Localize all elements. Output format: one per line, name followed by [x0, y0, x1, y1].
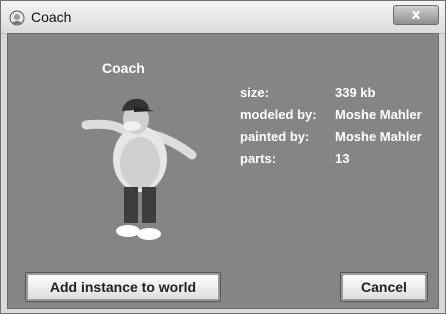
size-label: size: — [240, 85, 269, 100]
content-panel: Coach size: 339 kb modeled by: Moshe Mah… — [7, 33, 439, 309]
coach-model-image — [81, 98, 197, 240]
painted-by-label: painted by: — [240, 129, 310, 144]
close-icon: x — [411, 7, 421, 23]
parts-value: 13 — [335, 151, 350, 166]
painted-by-value: Moshe Mahler — [335, 129, 422, 144]
modeled-by-label: modeled by: — [240, 107, 317, 122]
modeled-by-value: Moshe Mahler — [335, 107, 422, 122]
cancel-button[interactable]: Cancel — [340, 272, 428, 302]
model-name: Coach — [102, 60, 145, 76]
person-head-icon — [9, 10, 25, 26]
close-button[interactable]: x — [393, 5, 439, 25]
parts-label: parts: — [240, 151, 277, 166]
add-instance-button[interactable]: Add instance to world — [25, 272, 221, 302]
size-value: 339 kb — [335, 85, 376, 100]
dialog-window: Coach x Coach size: 339 kb modeled by: M… — [0, 0, 446, 314]
title-bar[interactable]: Coach x — [1, 1, 445, 34]
window-title: Coach — [31, 9, 72, 25]
